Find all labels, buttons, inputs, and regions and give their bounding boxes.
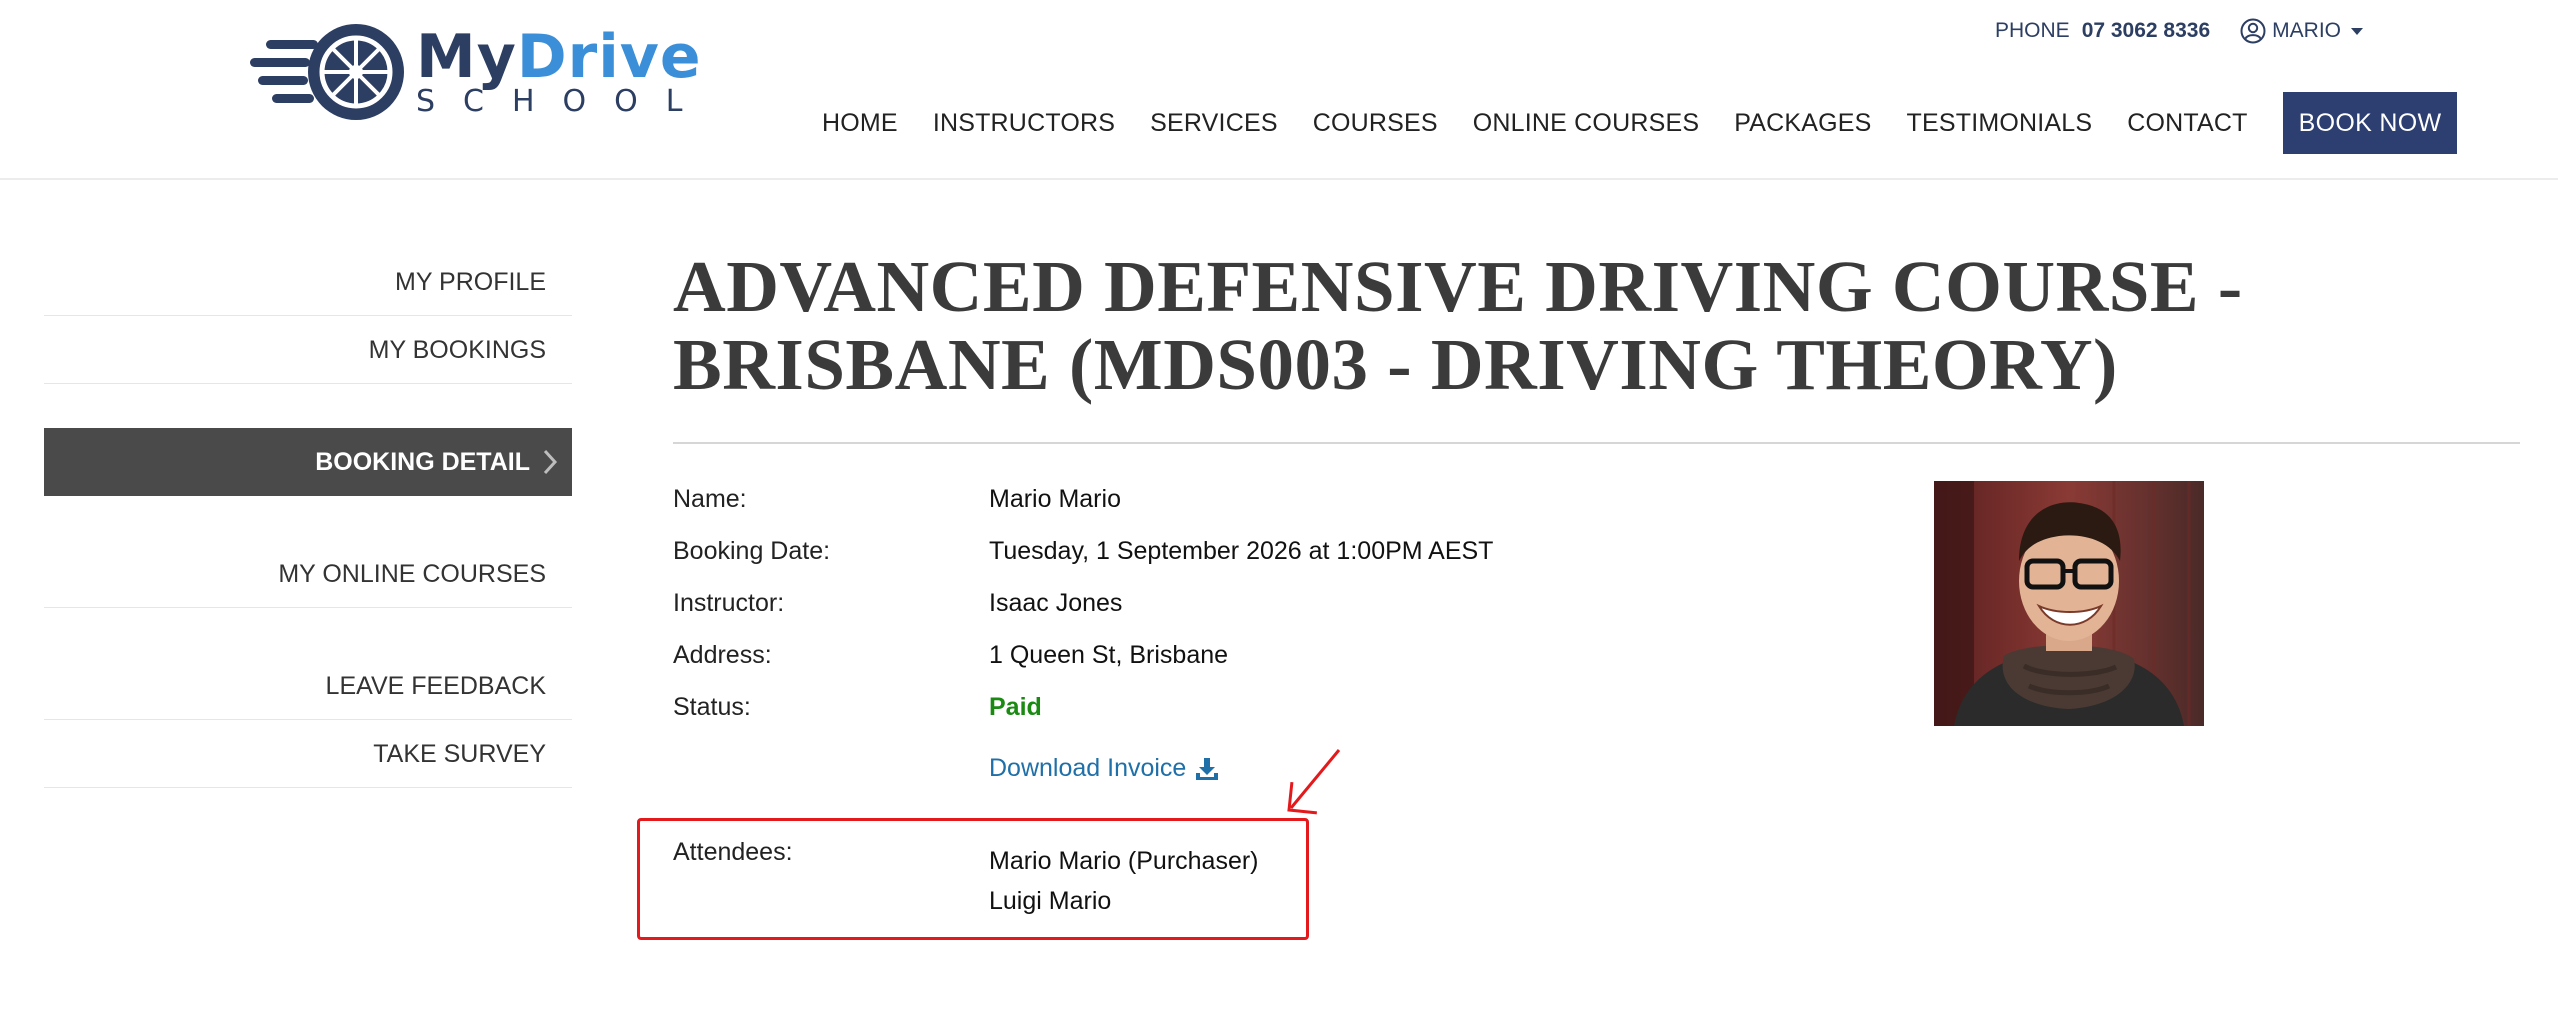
detail-label: Instructor: [673, 589, 785, 617]
instructor-photo [1934, 481, 2204, 726]
detail-row-status: Status: Paid [673, 681, 1873, 733]
nav-courses[interactable]: COURSES [1313, 109, 1438, 138]
list-item: Mario Mario (Purchaser) [989, 847, 1259, 875]
phone-number[interactable]: 07 3062 8336 [2082, 19, 2210, 43]
user-circle-icon [2240, 18, 2266, 44]
chevron-down-icon [2351, 27, 2363, 35]
status-badge: Paid [989, 693, 1042, 721]
sidebar-item-my-profile[interactable]: MY PROFILE [44, 248, 572, 316]
annotation-arrow-icon [1287, 749, 1341, 815]
site-logo[interactable]: MyDrive SCHOOL [248, 22, 701, 127]
detail-row-name: Name: Mario Mario [673, 473, 1873, 525]
user-menu[interactable]: MARIO [2240, 18, 2363, 44]
chevron-right-icon [543, 449, 558, 475]
nav-testimonials[interactable]: TESTIMONIALS [1907, 109, 2093, 138]
sidebar-item-my-online-courses[interactable]: MY ONLINE COURSES [44, 540, 572, 608]
nav-contact[interactable]: CONTACT [2127, 109, 2247, 138]
sidebar-item-label: BOOKING DETAIL [315, 447, 530, 476]
detail-label: Address: [673, 641, 772, 669]
booking-detail-content: ADVANCED DEFENSIVE DRIVING COURSE - BRIS… [637, 246, 2523, 940]
sidebar-item-leave-feedback[interactable]: LEAVE FEEDBACK [44, 652, 572, 720]
user-name: MARIO [2272, 19, 2341, 42]
detail-row-address: Address: 1 Queen St, Brisbane [673, 629, 1873, 681]
detail-value: Mario Mario [989, 485, 1121, 513]
booking-details-list: Name: Mario Mario Booking Date: Tuesday,… [673, 473, 1873, 733]
title-divider [673, 442, 2520, 444]
main-nav: HOME INSTRUCTORS SERVICES COURSES ONLINE… [822, 92, 2458, 154]
detail-label: Booking Date: [673, 537, 831, 565]
detail-row-booking-date: Booking Date: Tuesday, 1 September 2026 … [673, 525, 1873, 577]
detail-value: Tuesday, 1 September 2026 at 1:00PM AEST [989, 537, 1494, 565]
nav-online-courses[interactable]: ONLINE COURSES [1473, 109, 1699, 138]
nav-services[interactable]: SERVICES [1150, 109, 1278, 138]
detail-value: 1 Queen St, Brisbane [989, 641, 1229, 669]
sidebar-item-my-bookings[interactable]: MY BOOKINGS [44, 316, 572, 384]
attendees-list: Mario Mario (Purchaser) Luigi Mario [989, 841, 1259, 921]
book-now-button[interactable]: BOOK NOW [2282, 92, 2458, 154]
detail-value: Isaac Jones [989, 589, 1123, 617]
download-icon [1196, 757, 1219, 780]
account-sidebar: MY PROFILE MY BOOKINGS BOOKING DETAIL MY… [44, 248, 572, 788]
attendees-label: Attendees: [673, 838, 793, 866]
nav-packages[interactable]: PACKAGES [1734, 109, 1871, 138]
detail-label: Name: [673, 485, 747, 513]
list-item: Luigi Mario [989, 887, 1112, 915]
wheel-logo-icon [250, 24, 404, 120]
site-header: MyDrive SCHOOL PHONE 07 3062 8336 MARIO … [0, 0, 2558, 180]
phone-label: PHONE [1995, 19, 2070, 42]
download-invoice-link[interactable]: Download Invoice [989, 754, 1220, 783]
sidebar-item-take-survey[interactable]: TAKE SURVEY [44, 720, 572, 788]
detail-row-instructor: Instructor: Isaac Jones [673, 577, 1873, 629]
nav-home[interactable]: HOME [822, 109, 898, 138]
logo-tagline: SCHOOL [416, 84, 711, 119]
sidebar-item-booking-detail[interactable]: BOOKING DETAIL [44, 428, 572, 496]
page-title: ADVANCED DEFENSIVE DRIVING COURSE - BRIS… [673, 246, 2243, 405]
logo-wordmark: MyDrive [416, 22, 702, 92]
detail-label: Status: [673, 693, 751, 721]
top-contact-bar: PHONE 07 3062 8336 MARIO [1995, 18, 2363, 44]
nav-instructors[interactable]: INSTRUCTORS [933, 109, 1115, 138]
